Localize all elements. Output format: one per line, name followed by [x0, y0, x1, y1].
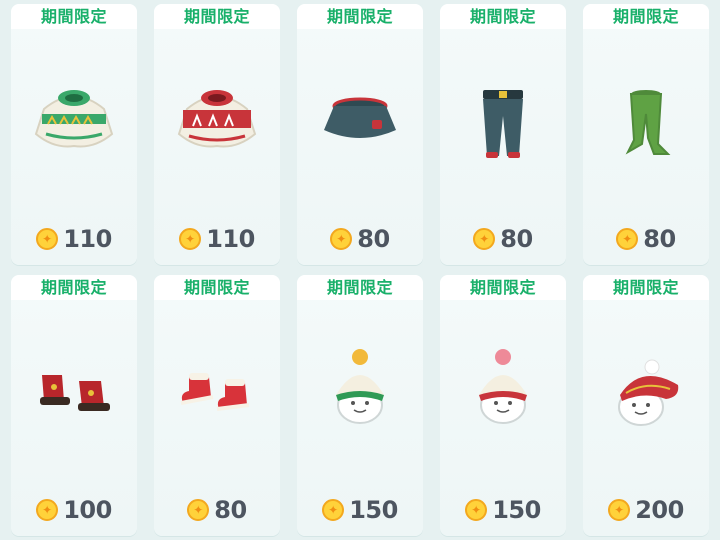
coin-icon: [187, 499, 210, 521]
shop-item-card[interactable]: 期間限定 80: [154, 275, 280, 536]
limited-time-badge: 期間限定: [583, 4, 709, 29]
coin-icon: [36, 228, 59, 250]
shop-item-card[interactable]: 期間限定 200: [583, 275, 709, 536]
price: 200: [583, 496, 709, 524]
price-value: 100: [63, 496, 112, 524]
price: 80: [154, 496, 280, 524]
price-value: 150: [349, 496, 398, 524]
shop-item-card[interactable]: 期間限定 80: [440, 4, 566, 265]
limited-time-badge: 期間限定: [11, 275, 137, 300]
shop-item-card[interactable]: 期間限定 110: [11, 4, 137, 265]
limited-time-badge: 期間限定: [440, 4, 566, 29]
price-value: 110: [206, 225, 255, 253]
price-value: 150: [492, 496, 541, 524]
coin-icon: [330, 228, 353, 250]
red-pompom-beanie-icon: [479, 349, 527, 424]
coin-icon: [36, 499, 59, 521]
price: 150: [297, 496, 423, 524]
coin-icon: [616, 228, 639, 250]
limited-time-badge: 期間限定: [154, 275, 280, 300]
price-value: 80: [500, 225, 533, 253]
coin-icon: [608, 499, 631, 521]
coin-icon: [465, 499, 488, 521]
denim-skirt-icon: [324, 97, 396, 138]
price-value: 80: [214, 496, 247, 524]
shop-item-card[interactable]: 期間限定 110: [154, 4, 280, 265]
coin-icon: [322, 499, 345, 521]
limited-time-badge: 期間限定: [297, 275, 423, 300]
shop-item-grid: 期間限定 110 期間限定 110 期間限定: [0, 0, 720, 540]
shop-item-card[interactable]: 期間限定 150: [297, 275, 423, 536]
green-tights-icon: [625, 90, 671, 155]
price: 80: [583, 225, 709, 253]
red-fur-boots-icon: [180, 373, 250, 411]
price-value: 110: [63, 225, 112, 253]
red-christmas-sweater-icon: [177, 90, 257, 148]
shop-item-card[interactable]: 期間限定 80: [583, 4, 709, 265]
green-christmas-sweater-icon: [34, 90, 114, 148]
denim-pants-icon: [483, 90, 523, 158]
price: 80: [297, 225, 423, 253]
price: 100: [11, 496, 137, 524]
price: 150: [440, 496, 566, 524]
limited-time-badge: 期間限定: [297, 4, 423, 29]
price-value: 200: [635, 496, 684, 524]
coin-icon: [473, 228, 496, 250]
red-lace-boots-icon: [40, 375, 110, 411]
price: 110: [11, 225, 137, 253]
shop-item-card[interactable]: 期間限定 100: [11, 275, 137, 536]
price: 110: [154, 225, 280, 253]
limited-time-badge: 期間限定: [440, 275, 566, 300]
price-value: 80: [643, 225, 676, 253]
green-pompom-beanie-icon: [336, 349, 384, 424]
limited-time-badge: 期間限定: [11, 4, 137, 29]
coin-icon: [179, 228, 202, 250]
limited-time-badge: 期間限定: [154, 4, 280, 29]
price-value: 80: [357, 225, 390, 253]
red-knit-beret-icon: [618, 359, 679, 426]
limited-time-badge: 期間限定: [583, 275, 709, 300]
shop-item-card[interactable]: 期間限定 150: [440, 275, 566, 536]
price: 80: [440, 225, 566, 253]
shop-item-card[interactable]: 期間限定 80: [297, 4, 423, 265]
